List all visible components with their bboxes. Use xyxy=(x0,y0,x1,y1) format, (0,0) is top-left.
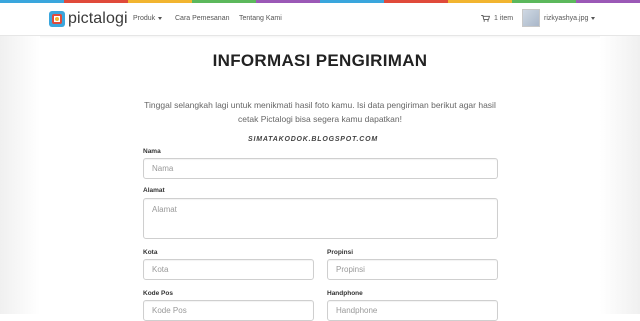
nav-cara-pemesanan[interactable]: Cara Pemesanan xyxy=(175,15,229,22)
avatar xyxy=(522,9,540,27)
top-navbar: pictalogi Produk Cara Pemesanan Tentang … xyxy=(0,3,640,36)
alamat-field[interactable] xyxy=(143,198,498,239)
watermark-text: SIMATAKODOK.BLOGSPOT.COM xyxy=(248,136,379,143)
propinsi-label: Propinsi xyxy=(327,249,354,256)
kode-pos-label: Kode Pos xyxy=(143,290,173,297)
propinsi-field[interactable] xyxy=(327,259,498,280)
cart-count: 1 item xyxy=(494,15,514,22)
chevron-down-icon xyxy=(158,16,163,20)
right-page-gutter xyxy=(600,36,640,314)
handphone-label: Handphone xyxy=(327,290,363,297)
user-name: rizkyashya.jpg xyxy=(544,14,589,22)
nama-field[interactable] xyxy=(143,158,498,179)
kota-label: Kota xyxy=(143,249,158,256)
user-menu-dropdown[interactable]: rizkyashya.jpg xyxy=(522,9,596,27)
nav-produk-label: Produk xyxy=(133,15,156,22)
brand-logo[interactable]: pictalogi xyxy=(49,10,128,28)
shopping-cart-icon xyxy=(481,15,490,22)
page-title: INFORMASI PENGIRIMAN xyxy=(212,51,428,70)
handphone-field[interactable] xyxy=(327,300,498,321)
nama-label: Nama xyxy=(143,148,161,155)
nav-produk-dropdown[interactable]: Produk xyxy=(133,15,163,22)
left-page-gutter xyxy=(0,36,40,314)
cart-button[interactable]: 1 item xyxy=(481,15,513,22)
kode-pos-field[interactable] xyxy=(143,300,314,321)
intro-text: Tinggal selangkah lagi untuk menikmati h… xyxy=(144,100,496,124)
alamat-label: Alamat xyxy=(143,187,165,194)
kota-field[interactable] xyxy=(143,259,314,280)
brand-name: pictalogi xyxy=(68,10,128,27)
nav-tentang-kami[interactable]: Tentang Kami xyxy=(239,15,282,22)
pictalogi-logo-icon xyxy=(49,11,65,27)
chevron-down-icon xyxy=(591,16,596,20)
